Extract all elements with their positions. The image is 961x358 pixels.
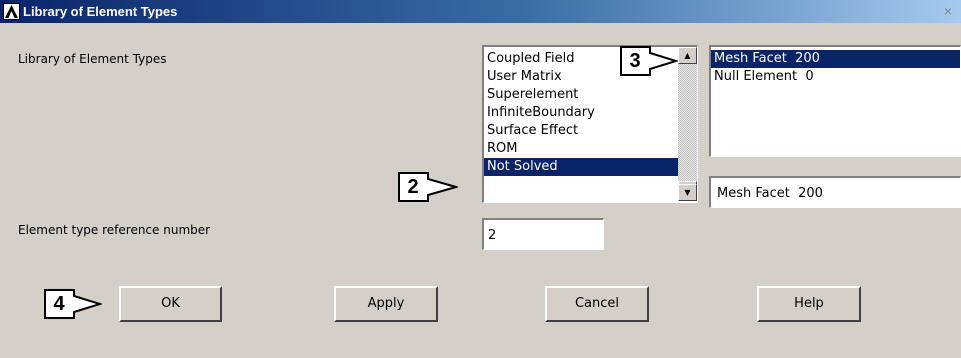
callout-3-number: 3 [629, 50, 641, 72]
help-button[interactable]: Help [757, 286, 861, 322]
ansys-logo-icon [3, 3, 20, 20]
category-list-item[interactable]: Not Solved [484, 158, 678, 176]
category-list-item[interactable]: ROM [484, 140, 678, 158]
category-scrollbar[interactable]: ▲ ▼ [678, 47, 697, 201]
close-icon[interactable]: × [938, 3, 958, 20]
apply-button[interactable]: Apply [334, 286, 438, 322]
callout-3: 3 [620, 46, 678, 76]
window-title: Library of Element Types [23, 4, 178, 19]
element-type-listbox[interactable]: Mesh Facet 200 Null Element 0 [709, 45, 961, 157]
category-list-item[interactable]: Superelement [484, 86, 678, 104]
callout-2-number: 2 [407, 176, 419, 198]
ok-button[interactable]: OK [119, 286, 222, 322]
ref-number-label: Element type reference number [18, 223, 211, 237]
cancel-button[interactable]: Cancel [545, 286, 649, 322]
element-type-value: Mesh Facet 200 [717, 186, 823, 201]
library-label: Library of Element Types [18, 52, 167, 66]
category-list-item[interactable]: Surface Effect [484, 122, 678, 140]
element-type-field[interactable]: Mesh Facet 200 [709, 176, 961, 208]
element-list-item[interactable]: Mesh Facet 200 [711, 50, 960, 68]
callout-2: 2 [398, 172, 458, 202]
callout-4-number: 4 [53, 293, 65, 315]
title-bar[interactable]: Library of Element Types × [0, 0, 961, 23]
ref-number-value: 2 [488, 228, 497, 243]
scroll-down-icon[interactable]: ▼ [678, 184, 697, 201]
callout-4: 4 [44, 289, 102, 319]
scroll-up-icon[interactable]: ▲ [678, 47, 697, 64]
category-list-item[interactable]: InfiniteBoundary [484, 104, 678, 122]
ref-number-input[interactable]: 2 [482, 218, 604, 250]
element-list-item[interactable]: Null Element 0 [711, 68, 960, 86]
